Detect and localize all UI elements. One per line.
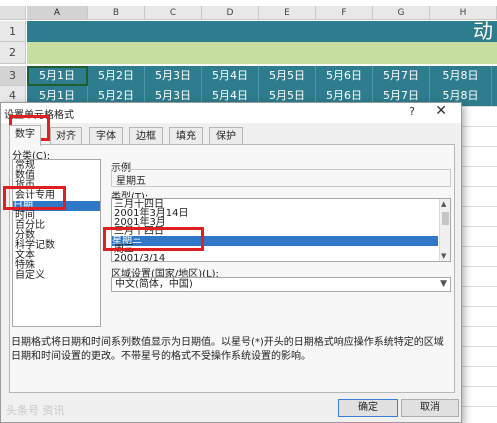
close-icon[interactable]: ✕ xyxy=(435,103,447,119)
cell-b3[interactable]: 5月2日 xyxy=(88,66,145,86)
cell-c3[interactable]: 5月3日 xyxy=(145,66,202,86)
format-description: 日期格式将日期和时间系列数值显示为日期值。以星号(*)开头的日期格式响应操作系统… xyxy=(11,337,444,362)
column-header-f[interactable]: F xyxy=(316,6,373,20)
sample-box: 星期五 xyxy=(111,169,451,187)
locale-value: 中文(简体，中国) xyxy=(115,279,193,290)
select-all-corner[interactable] xyxy=(0,6,26,20)
title-row[interactable]: 动 xyxy=(27,21,497,42)
help-icon[interactable]: ? xyxy=(409,105,415,118)
cell-e3[interactable]: 5月5日 xyxy=(259,66,316,86)
tab-border[interactable]: 边框 xyxy=(129,127,163,145)
cell-f3[interactable]: 5月6日 xyxy=(316,66,373,86)
sheet-title-fragment: 动 xyxy=(473,19,493,43)
row-header-1[interactable]: 1 xyxy=(0,21,26,42)
column-header-h[interactable]: H xyxy=(430,6,497,20)
locale-select[interactable]: 中文(简体，中国) ▼ xyxy=(111,277,451,292)
category-list[interactable]: 常规 数值 货币 会计专用 日期 时间 百分比 分数 科学记数 文本 特殊 自定… xyxy=(12,159,101,327)
format-cells-dialog: 设置单元格格式 ? ✕ 数字 对齐 字体 边框 填充 保护 分类(C): 常规 … xyxy=(0,102,462,423)
column-header-c[interactable]: C xyxy=(145,6,202,20)
highlight-date-category xyxy=(3,186,66,210)
dialog-titlebar[interactable]: 设置单元格格式 ? ✕ xyxy=(1,103,461,123)
category-item[interactable]: 自定义 xyxy=(15,271,45,281)
row-header-3[interactable]: 3 xyxy=(0,66,26,86)
tab-font[interactable]: 字体 xyxy=(89,127,123,145)
scroll-thumb[interactable] xyxy=(442,212,449,225)
cell-d3[interactable]: 5月4日 xyxy=(202,66,259,86)
type-list-scrollbar[interactable]: ▲ ▼ xyxy=(439,199,450,261)
scroll-down-icon[interactable]: ▼ xyxy=(441,252,446,260)
watermark: 头条号 资讯 xyxy=(6,404,65,417)
column-header-e[interactable]: E xyxy=(259,6,316,20)
column-header-a[interactable]: A xyxy=(27,6,88,20)
column-header-d[interactable]: D xyxy=(202,6,259,20)
scroll-up-icon[interactable]: ▲ xyxy=(441,200,446,208)
type-item[interactable]: 2001/3/14 xyxy=(114,254,165,262)
tab-protection[interactable]: 保护 xyxy=(209,127,243,145)
cell-a3[interactable]: 5月1日 xyxy=(27,66,88,86)
ok-button[interactable]: 确定 xyxy=(338,399,398,417)
tab-number[interactable]: 数字 xyxy=(9,125,41,146)
column-header-b[interactable]: B xyxy=(88,6,145,20)
tab-alignment[interactable]: 对齐 xyxy=(50,127,82,145)
column-header-g[interactable]: G xyxy=(373,6,430,20)
subtitle-row[interactable] xyxy=(27,42,497,64)
row-header-2[interactable]: 2 xyxy=(0,42,26,64)
cancel-button[interactable]: 取消 xyxy=(401,399,459,417)
sample-value: 星期五 xyxy=(116,176,146,187)
cell-g3[interactable]: 5月7日 xyxy=(373,66,430,86)
highlight-weekday-type xyxy=(103,227,204,251)
tab-fill[interactable]: 填充 xyxy=(169,127,203,145)
chevron-down-icon[interactable]: ▼ xyxy=(440,278,447,291)
cell-h3[interactable]: 5月8日 xyxy=(430,66,492,86)
date-row-3: 5月1日 5月2日 5月3日 5月4日 5月5日 5月6日 5月7日 5月8日 xyxy=(27,66,497,86)
